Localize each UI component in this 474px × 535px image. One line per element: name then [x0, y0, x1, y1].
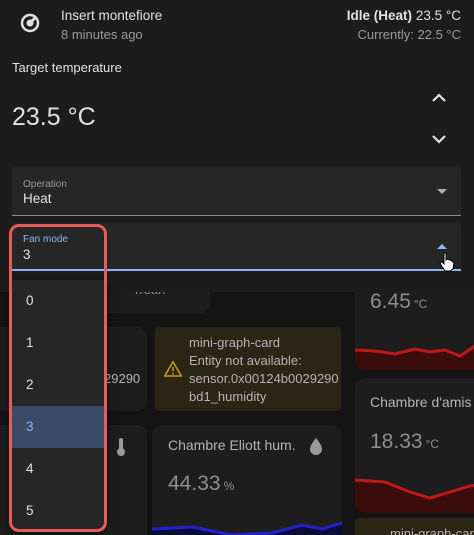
- fan-mode-option-label: 2: [26, 377, 34, 392]
- current-state: Idle (Heat) 23.5 °C: [347, 8, 461, 23]
- decrease-temperature-button[interactable]: [424, 124, 454, 154]
- chevron-down-icon: [432, 135, 446, 144]
- bg-card-eliott-title: Chambre Eliott hum.: [168, 437, 296, 453]
- fan-mode-option-4[interactable]: 4: [12, 448, 105, 490]
- fan-mode-value: 3: [23, 247, 31, 262]
- bg-card-temperature-value: 6.45 °C: [370, 290, 428, 313]
- operation-value: Heat: [23, 191, 52, 206]
- amis-graph: [355, 478, 474, 513]
- entity-name: Insert montefiore: [61, 8, 163, 23]
- hvac-action: Idle (Heat): [346, 8, 413, 23]
- climate-dialog: Insert montefiore 8 minutes ago Idle (He…: [0, 0, 474, 292]
- fan-mode-option-label: 3: [26, 419, 34, 434]
- dropdown-arrow-icon: [437, 189, 447, 194]
- last-changed: 8 minutes ago: [61, 27, 143, 42]
- fan-mode-option-3[interactable]: 3: [12, 406, 105, 448]
- state-temperature: 23.5 °C: [415, 8, 461, 23]
- bg-card-amis-value: 18.33 °C: [370, 430, 440, 453]
- fan-mode-option-label: 0: [26, 293, 34, 308]
- fan-mode-select[interactable]: Fan mode 3: [12, 223, 461, 271]
- warning-title: mini-graph-card: [189, 335, 281, 350]
- warning-card: mini-graph-card Entity not available: se…: [155, 327, 341, 411]
- bg-card-eliott-value: 44.33%: [168, 472, 235, 495]
- fan-mode-option-0[interactable]: 0: [12, 280, 105, 322]
- operation-select[interactable]: Operation Heat: [12, 167, 461, 216]
- thermometer-icon: [117, 438, 125, 456]
- fan-mode-option-5[interactable]: 5: [12, 490, 105, 532]
- current-temperature: Currently: 22.5 °C: [357, 27, 461, 42]
- bg-card-amis-title: Chambre d'amis: [370, 394, 472, 410]
- bg-fragment-partial: 29290: [104, 371, 141, 386]
- fan-mode-label: Fan mode: [23, 234, 69, 245]
- fan-mode-option-label: 1: [26, 335, 34, 350]
- bg-card-chambre-eliott[interactable]: Chambre Eliott hum. 44.33%: [152, 425, 342, 535]
- thermostat-icon: [20, 13, 40, 33]
- fan-mode-option-label: 4: [26, 461, 34, 476]
- bg-bottom-warning-title: mini-graph-card: [390, 526, 474, 535]
- fan-mode-option-label: 5: [26, 503, 34, 518]
- fan-mode-option-1[interactable]: 1: [12, 322, 105, 364]
- dropdown-arrow-up-icon: [437, 244, 447, 249]
- warning-icon: [164, 360, 182, 377]
- fan-mode-option-2[interactable]: 2: [12, 364, 105, 406]
- chevron-up-icon: [432, 93, 446, 102]
- warning-line-1: Entity not available:: [189, 353, 302, 368]
- bg-card-bottom-right-warning: mini-graph-card: [355, 518, 474, 535]
- humidity-graph: [152, 521, 342, 535]
- bg-card-chambre-amis[interactable]: Chambre d'amis 18.33 °C: [355, 378, 474, 513]
- warning-line-2: sensor.0x00124b0029290: [189, 371, 339, 386]
- fan-mode-options-list: 0 1 2 3 4 5: [12, 280, 105, 530]
- water-drop-icon: [310, 438, 322, 455]
- dialog-header: Insert montefiore 8 minutes ago Idle (He…: [0, 0, 474, 50]
- target-temperature-label: Target temperature: [12, 60, 122, 75]
- operation-label: Operation: [23, 179, 67, 190]
- warning-line-3: bd1_humidity: [189, 389, 267, 404]
- increase-temperature-button[interactable]: [424, 83, 454, 113]
- temperature-graph: [355, 344, 474, 370]
- hand-cursor-icon: [439, 252, 455, 272]
- target-temperature-value: 23.5 °C: [12, 103, 96, 131]
